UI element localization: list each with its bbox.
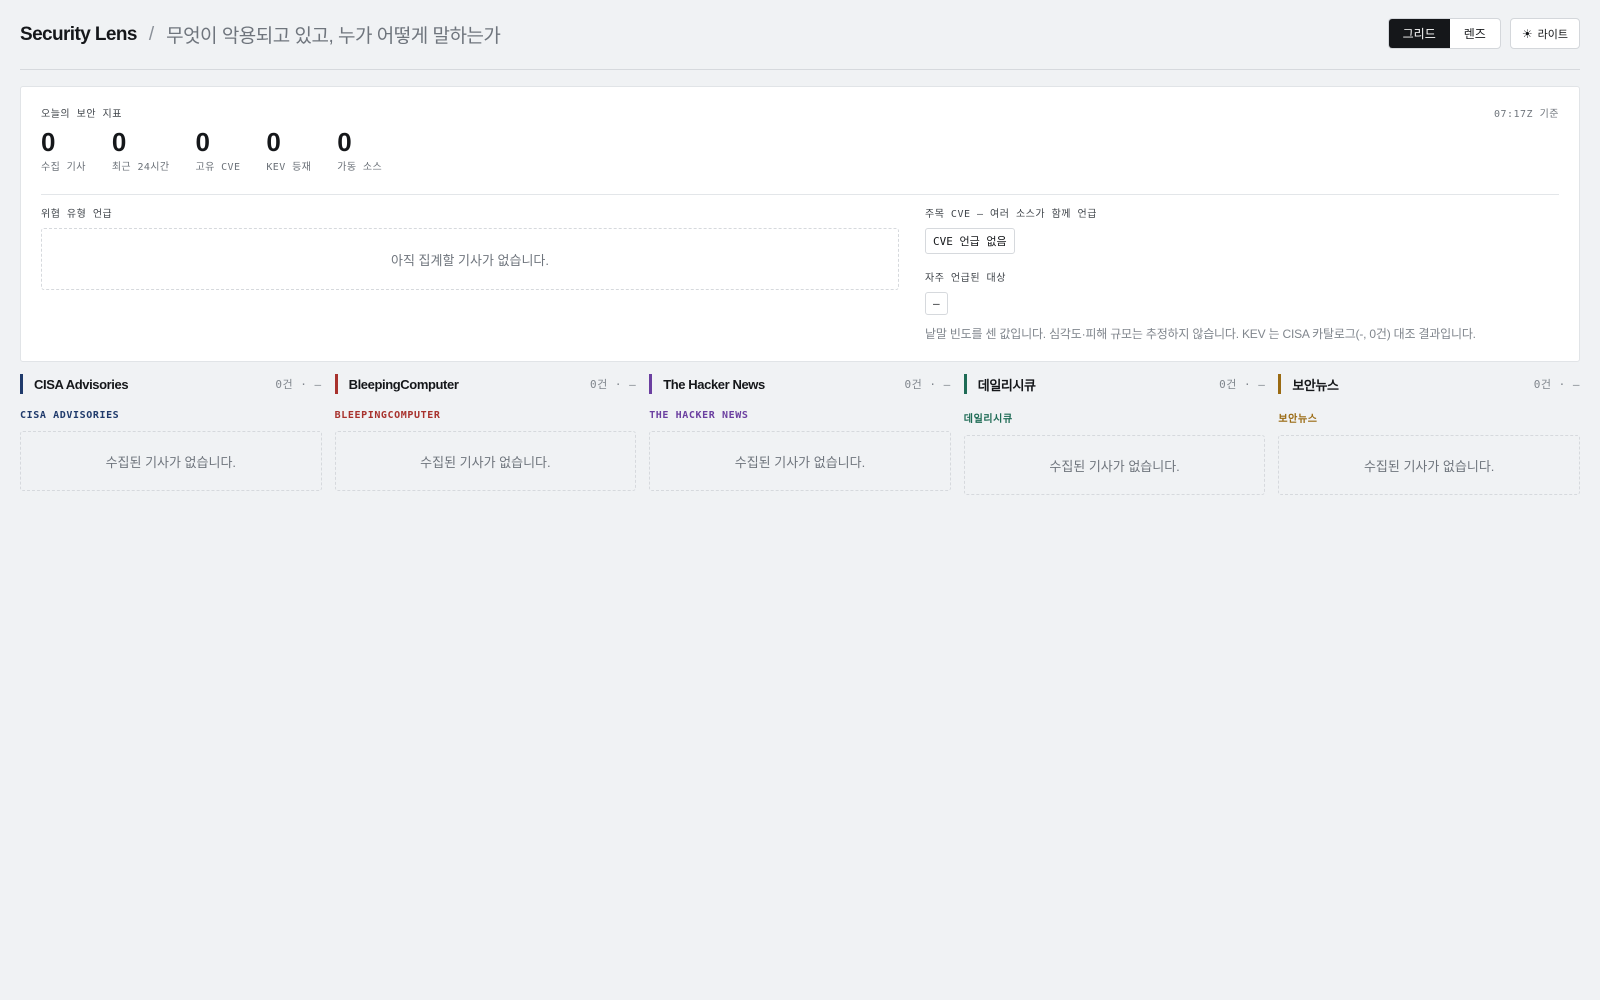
threat-types-title: 위협 유형 언급 [41, 209, 113, 220]
column-header: 보안뉴스 0건 · — [1278, 374, 1580, 394]
stat-label: KEV 등재 [266, 162, 312, 173]
threat-types-section: 위협 유형 언급 아직 집계할 기사가 없습니다. [41, 205, 899, 290]
stat-label: 수집 기사 [41, 162, 86, 173]
column-header: CISA Advisories 0건 · — [20, 374, 322, 394]
column-empty: 수집된 기사가 없습니다. [649, 431, 951, 491]
column-empty: 수집된 기사가 없습니다. [334, 431, 637, 491]
column-bleepingcomputer: BleepingComputer 0건 · — BLEEPINGCOMPUTER… [334, 374, 637, 495]
column-dailysecu: 데일리시큐 0건 · — 데일리시큐 수집된 기사가 없습니다. [963, 374, 1266, 495]
column-source-label: 보안뉴스 [1278, 414, 1318, 425]
targets-title: 자주 언급된 대상 [925, 273, 1006, 284]
title-separator: / [148, 23, 155, 45]
stat-value: 0 [195, 127, 210, 157]
column-header: BleepingComputer 0건 · — [334, 374, 637, 394]
cve-title: 주목 CVE — 여러 소스가 함께 언급 [925, 209, 1097, 220]
stat-label: 가동 소스 [337, 162, 383, 173]
column-header: The Hacker News 0건 · — [649, 374, 951, 394]
column-boannews: 보안뉴스 0건 · — 보안뉴스 수집된 기사가 없습니다. [1278, 374, 1580, 495]
column-source-label: CISA ADVISORIES [20, 410, 120, 421]
column-meta: 0건 · — [1219, 378, 1266, 391]
cve-section: 주목 CVE — 여러 소스가 함께 언급 CVE 언급 없음 자주 언급된 대… [925, 205, 1559, 342]
threat-types-empty: 아직 집계할 기사가 없습니다. [41, 228, 899, 290]
page-subtitle: 무엇이 악용되고 있고, 누가 어떻게 말하는가 [166, 26, 501, 47]
stat-kev: 0 KEV 등재 [266, 127, 311, 173]
column-source-label: 데일리시큐 [963, 414, 1013, 425]
stat-label: 최근 24시간 [111, 162, 170, 173]
indicators-summary: 오늘의 보안 지표 07:17Z 기준 0 수집 기사 0 최근 24시간 0 … [41, 105, 1559, 195]
column-empty: 수집된 기사가 없습니다. [1278, 435, 1580, 495]
column-hackernews: The Hacker News 0건 · — THE HACKER NEWS 수… [649, 374, 951, 495]
column-meta: 0건 · — [589, 378, 637, 391]
cve-chip[interactable]: CVE 언급 없음 [925, 228, 1015, 254]
view-toggle: 그리드 렌즈 [1387, 18, 1501, 49]
column-cisa: CISA Advisories 0건 · — CISA ADVISORIES 수… [20, 374, 322, 495]
column-source-label: BLEEPINGCOMPUTER [334, 410, 441, 421]
column-title[interactable]: The Hacker News [663, 377, 765, 392]
column-title[interactable]: BleepingComputer [349, 377, 459, 392]
page-header: Security Lens / 무엇이 악용되고 있고, 누가 어떻게 말하는가… [20, 0, 1580, 70]
stat-value: 0 [337, 127, 352, 157]
column-header: 데일리시큐 0건 · — [963, 374, 1266, 394]
column-empty: 수집된 기사가 없습니다. [963, 435, 1266, 495]
stat-articles: 0 수집 기사 [41, 127, 86, 173]
stat-unique-cve: 0 고유 CVE [196, 127, 241, 173]
column-title[interactable]: 데일리시큐 [978, 375, 1036, 394]
column-empty: 수집된 기사가 없습니다. [20, 431, 322, 491]
stat-value: 0 [111, 127, 127, 157]
targets-chip[interactable]: — [925, 292, 948, 315]
methodology-note: 낱말 빈도를 센 값입니다. 심각도·피해 규모는 추정하지 않습니다. KEV… [925, 327, 1476, 341]
grid-view-button[interactable]: 그리드 [1388, 19, 1450, 48]
stat-value: 0 [266, 127, 281, 157]
column-title[interactable]: 보안뉴스 [1292, 375, 1339, 394]
source-columns: CISA Advisories 0건 · — CISA ADVISORIES 수… [20, 374, 1580, 495]
theme-toggle-button[interactable]: ☀ 라이트 [1509, 18, 1580, 49]
indicators-timestamp: 07:17Z 기준 [1493, 109, 1559, 120]
lens-view-button[interactable]: 렌즈 [1450, 19, 1500, 48]
stat-value: 0 [41, 127, 56, 157]
column-meta: 0건 · — [1533, 378, 1580, 391]
sun-icon: ☀ [1521, 26, 1533, 41]
indicators-title: 오늘의 보안 지표 [41, 109, 122, 120]
stat-last-24h: 0 최근 24시간 [112, 127, 170, 173]
column-meta: 0건 · — [275, 378, 322, 391]
header-controls: 그리드 렌즈 ☀ 라이트 [1387, 18, 1580, 49]
column-source-label: THE HACKER NEWS [649, 410, 749, 421]
theme-toggle-label: 라이트 [1537, 28, 1568, 41]
brand-logo[interactable]: Security Lens [20, 24, 137, 46]
column-meta: 0건 · — [904, 378, 951, 391]
stat-label: 고유 CVE [195, 162, 241, 173]
column-title[interactable]: CISA Advisories [34, 377, 129, 392]
stat-active-sources: 0 가동 소스 [337, 127, 382, 173]
stats-row: 0 수집 기사 0 최근 24시간 0 고유 CVE 0 KEV 등재 0 가동… [41, 127, 408, 173]
indicators-card: 오늘의 보안 지표 07:17Z 기준 0 수집 기사 0 최근 24시간 0 … [20, 86, 1580, 362]
